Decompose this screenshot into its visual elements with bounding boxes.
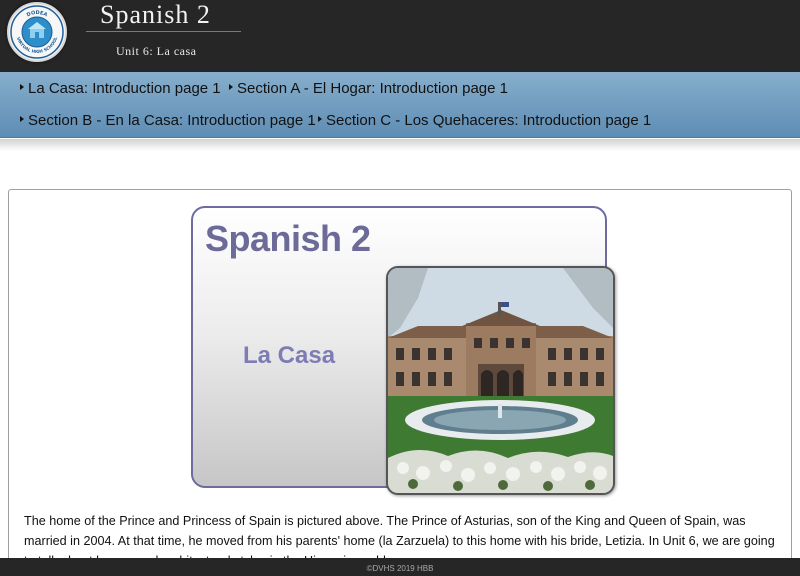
nav-shadow [0, 139, 800, 151]
copyright-text: ©DVHS 2019 HBB [366, 564, 434, 573]
title-divider [86, 31, 241, 32]
triangle-right-icon [20, 84, 24, 91]
nav-link-la-casa-intro[interactable]: La Casa: Introduction page 1 [20, 80, 221, 97]
nav-link-section-a[interactable]: Section A - El Hogar: Introduction page … [229, 80, 508, 97]
course-title: Spanish 2 [100, 0, 211, 29]
banner-subtitle: La Casa [243, 342, 336, 369]
school-seal-icon: DODEA VIRTUAL HIGH SCHOOL [10, 5, 64, 59]
site-footer: ©DVHS 2019 HBB [0, 558, 800, 576]
triangle-right-icon [20, 116, 24, 123]
nav-link-section-c[interactable]: Section C - Los Quehaceres: Introduction… [318, 112, 651, 129]
nav-link-label: Section B - En la Casa: Introduction pag… [28, 112, 316, 129]
unit-subtitle: Unit 6: La casa [116, 44, 197, 58]
nav-link-label: Section C - Los Quehaceres: Introduction… [326, 112, 652, 129]
site-header: DODEA VIRTUAL HIGH SCHOOL Spanish 2 Unit… [0, 0, 800, 72]
content-panel: Spanish 2 La Casa The home of the Prince… [8, 189, 792, 576]
triangle-right-icon [229, 84, 233, 91]
palace-photo-image [386, 266, 615, 495]
nav-link-section-b[interactable]: Section B - En la Casa: Introduction pag… [20, 112, 316, 129]
section-nav: La Casa: Introduction page 1 Section A -… [0, 72, 800, 138]
banner-title: Spanish 2 [205, 218, 371, 259]
nav-link-label: La Casa: Introduction page 1 [28, 80, 221, 97]
school-logo[interactable]: DODEA VIRTUAL HIGH SCHOOL [7, 2, 67, 62]
nav-link-label: Section A - El Hogar: Introduction page … [237, 80, 509, 97]
triangle-right-icon [318, 116, 322, 123]
